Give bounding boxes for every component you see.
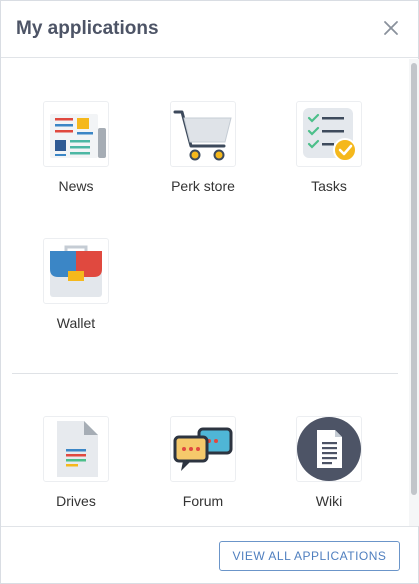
app-tile bbox=[170, 416, 236, 482]
applications-list: News Perk store Tasks Wallet Drives Foru… bbox=[1, 59, 408, 526]
news-icon bbox=[50, 114, 106, 158]
scrollbar[interactable] bbox=[409, 59, 419, 526]
app-label: Tasks bbox=[311, 178, 347, 194]
app-news[interactable]: News bbox=[26, 101, 126, 211]
app-drives[interactable]: Drives bbox=[26, 416, 126, 526]
app-label: Wiki bbox=[315, 493, 343, 509]
app-tile bbox=[43, 416, 109, 482]
app-perk-store[interactable]: Perk store bbox=[153, 101, 253, 211]
cart-icon bbox=[173, 110, 232, 161]
app-label: Forum bbox=[182, 493, 224, 509]
app-tile bbox=[43, 238, 109, 304]
drawer-footer: VIEW ALL APPLICATIONS bbox=[1, 526, 418, 583]
app-label: News bbox=[58, 178, 94, 194]
app-tile bbox=[296, 101, 362, 167]
wiki-page-icon bbox=[297, 417, 361, 481]
app-tile bbox=[43, 101, 109, 167]
section-divider bbox=[12, 373, 398, 374]
app-label: Wallet bbox=[56, 315, 96, 331]
app-wallet[interactable]: Wallet bbox=[26, 238, 126, 348]
scrollbar-thumb[interactable] bbox=[411, 63, 417, 495]
close-icon[interactable] bbox=[382, 19, 400, 37]
wallet-icon bbox=[50, 245, 102, 297]
tasks-icon bbox=[303, 108, 357, 162]
app-label: Drives bbox=[56, 493, 96, 509]
view-all-applications-button[interactable]: VIEW ALL APPLICATIONS bbox=[219, 541, 400, 571]
app-label: Perk store bbox=[171, 178, 235, 194]
app-wiki[interactable]: Wiki bbox=[279, 416, 379, 526]
chat-bubbles-icon bbox=[173, 427, 233, 471]
document-icon bbox=[57, 421, 98, 477]
app-tasks[interactable]: Tasks bbox=[279, 101, 379, 211]
drawer-title: My applications bbox=[16, 18, 159, 39]
app-tile bbox=[296, 416, 362, 482]
applications-drawer: My applications News Perk store Tasks Wa… bbox=[0, 0, 419, 584]
app-forum[interactable]: Forum bbox=[153, 416, 253, 526]
drawer-header: My applications bbox=[1, 1, 418, 58]
app-tile bbox=[170, 101, 236, 167]
